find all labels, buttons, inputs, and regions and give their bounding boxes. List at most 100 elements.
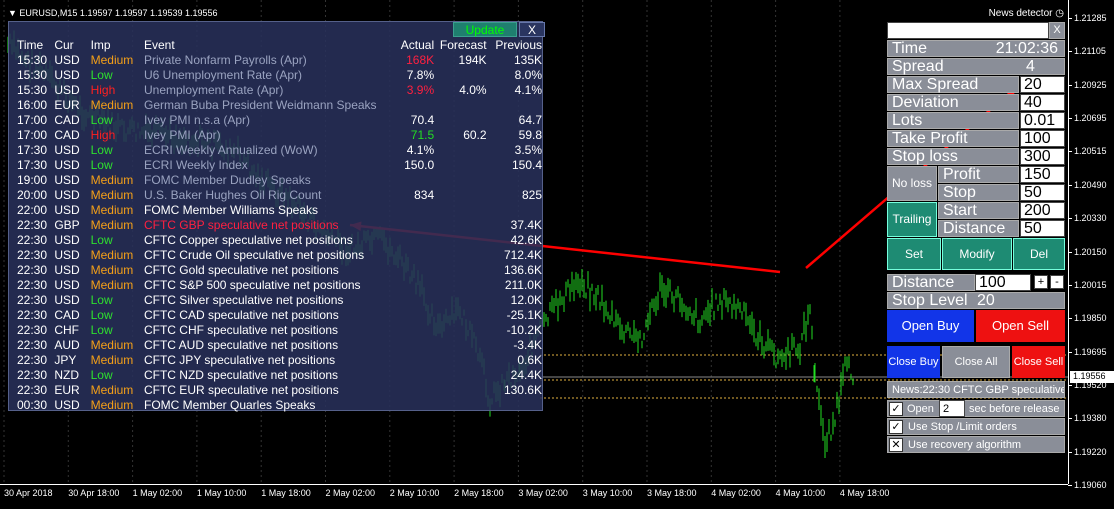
- price-tick-label: 1.19060: [1068, 480, 1107, 490]
- news-row[interactable]: 22:30 CAD Low CFTC CAD speculative net posi…: [9, 307, 542, 322]
- news-row[interactable]: 17:30 USD Low ECRI Weekly Annualized (WoW) 4…: [9, 142, 542, 157]
- news-actual: [382, 217, 434, 232]
- news-row[interactable]: 20:00 USD Medium U.S. Baker Hughes Oil Rig …: [9, 187, 542, 202]
- news-actual: [382, 202, 434, 217]
- news-event: CFTC EUR speculative net positions: [143, 382, 339, 397]
- open-buy-button[interactable]: Open Buy: [887, 310, 974, 342]
- nl-profit-input[interactable]: 150: [1020, 166, 1065, 183]
- news-currency: CAD: [54, 112, 80, 127]
- open-seconds-input[interactable]: 2: [939, 400, 965, 417]
- news-previous: -25.1K: [506, 307, 542, 322]
- panel-header-field: [887, 22, 1049, 39]
- nl-stop-label: Stop: [938, 184, 1019, 201]
- news-forecast: 60.2: [463, 127, 487, 142]
- max-spread-label: Max Spread: [887, 76, 1019, 93]
- use-recovery-checkbox[interactable]: ✕: [889, 438, 903, 452]
- update-button[interactable]: Update: [453, 22, 517, 37]
- lots-input[interactable]: 0.01: [1020, 112, 1065, 129]
- news-detector-panel: News detector ◷ X Time 21:02:36 Spread 4…: [885, 0, 1068, 455]
- news-row[interactable]: 15:30 USD Medium Private Nonfarm Payrolls (…: [9, 52, 542, 67]
- news-row[interactable]: 22:00 USD Medium FOMC Member Williams Speak…: [9, 202, 542, 217]
- panel-settings-icon[interactable]: ◷: [1055, 8, 1064, 19]
- time-value: 21:02:36: [995, 40, 1058, 57]
- news-row[interactable]: 17:00 CAD Low Ivey PMI n.s.a (Apr) 70.4 64.7: [9, 112, 542, 127]
- news-row[interactable]: 22:30 AUD Medium CFTC AUD speculative net p…: [9, 337, 542, 352]
- close-buy-button[interactable]: Close Buy: [887, 346, 940, 378]
- news-event: CFTC Silver speculative net positions: [143, 292, 344, 307]
- news-row[interactable]: 22:30 GBP Medium CFTC GBP speculative net p…: [9, 217, 542, 232]
- news-row[interactable]: 22:30 EUR Medium CFTC EUR speculative net p…: [9, 382, 542, 397]
- news-forecast: 194K: [458, 52, 487, 67]
- close-sell-button[interactable]: Close Sell: [1012, 346, 1065, 378]
- news-importance: Medium: [90, 202, 134, 217]
- news-currency: USD: [54, 187, 80, 202]
- tr-start-input[interactable]: 200: [1020, 202, 1065, 219]
- news-actual: 71.5: [410, 127, 435, 142]
- use-recovery-label: Use recovery algorithm: [908, 439, 1022, 451]
- news-close-button[interactable]: X: [519, 22, 545, 37]
- current-price-label: 1.19556: [1070, 371, 1114, 383]
- del-button[interactable]: Del: [1013, 238, 1065, 270]
- use-stop-limit-checkbox[interactable]: ✓: [889, 420, 903, 434]
- news-row[interactable]: 22:30 USD Low CFTC Silver speculative net p…: [9, 292, 542, 307]
- open-checkbox[interactable]: ✓: [889, 402, 903, 416]
- news-importance: Medium: [90, 397, 134, 412]
- news-currency: USD: [54, 67, 80, 82]
- news-actual: [382, 382, 434, 397]
- close-all-button[interactable]: Close All: [942, 346, 1010, 378]
- news-importance: Medium: [90, 277, 134, 292]
- price-tick-label: 1.21105: [1068, 46, 1106, 57]
- news-forecast: [434, 367, 486, 382]
- trailing-button[interactable]: Trailing: [887, 202, 937, 237]
- price-tick-label: 1.20490: [1068, 179, 1107, 190]
- price-tick-label: 1.20695: [1068, 113, 1107, 124]
- news-row[interactable]: 22:30 JPY Medium CFTC JPY speculative net p…: [9, 352, 542, 367]
- modify-button[interactable]: Modify: [942, 238, 1012, 270]
- news-row[interactable]: 19:00 USD Medium FOMC Member Dudley Speaks: [9, 172, 542, 187]
- news-row[interactable]: 17:00 CAD High Ivey PMI (Apr) 71.5 60.2 59.8: [9, 127, 542, 142]
- deviation-input[interactable]: 40: [1020, 94, 1065, 111]
- news-time: 22:30: [17, 262, 48, 277]
- news-row[interactable]: 00:30 USD Medium FOMC Member Quarles Speaks: [9, 397, 542, 412]
- distance-input[interactable]: 100: [975, 274, 1031, 291]
- news-row[interactable]: 22:30 USD Medium CFTC S&P 500 speculative n…: [9, 277, 542, 292]
- distance-minus-button[interactable]: -: [1050, 275, 1064, 289]
- deviation-label: Deviation: [887, 94, 1019, 111]
- no-loss-button[interactable]: No loss: [887, 166, 937, 201]
- news-forecast: [434, 172, 486, 187]
- news-row[interactable]: 15:30 USD High Unemployment Rate (Apr) 3.9% 4…: [9, 82, 542, 97]
- news-row[interactable]: 22:30 USD Medium CFTC Gold speculative net …: [9, 262, 542, 277]
- price-tick-label: 1.19850: [1068, 313, 1107, 324]
- news-row[interactable]: 15:30 USD Low U6 Unemployment Rate (Apr) 7.8…: [9, 67, 542, 82]
- time-tick-label: 1 May 10:00: [196, 488, 247, 498]
- stop-loss-input[interactable]: 300: [1020, 148, 1065, 165]
- news-importance: Low: [90, 67, 113, 82]
- news-currency: USD: [54, 202, 80, 217]
- news-row[interactable]: 22:30 USD Low CFTC Copper speculative net p…: [9, 232, 542, 247]
- news-currency: USD: [54, 292, 80, 307]
- distance-plus-button[interactable]: +: [1034, 275, 1048, 289]
- news-forecast: [434, 202, 486, 217]
- panel-close-button[interactable]: X: [1049, 22, 1065, 39]
- news-event: FOMC Member Williams Speaks: [143, 202, 319, 217]
- news-row[interactable]: 17:30 USD Low ECRI Weekly Index 150.0 150.4: [9, 157, 542, 172]
- take-profit-input[interactable]: 100: [1020, 130, 1065, 147]
- tr-distance-input[interactable]: 50: [1020, 220, 1065, 237]
- news-row[interactable]: 16:00 EUR Medium German Buba President Weid…: [9, 97, 542, 112]
- nl-stop-input[interactable]: 50: [1020, 184, 1065, 201]
- set-button[interactable]: Set: [887, 238, 941, 270]
- news-row[interactable]: 22:30 USD Medium CFTC Crude Oil speculative…: [9, 247, 542, 262]
- news-currency: USD: [54, 52, 80, 67]
- news-previous: [487, 172, 542, 187]
- price-tick-label: 1.21285: [1068, 13, 1107, 23]
- nl-profit-label: Profit: [938, 166, 1019, 183]
- news-actual: 168K: [406, 52, 435, 67]
- news-currency: CAD: [54, 307, 80, 322]
- open-sell-button[interactable]: Open Sell: [976, 310, 1065, 342]
- news-row[interactable]: 22:30 CHF Low CFTC CHF speculative net posi…: [9, 322, 542, 337]
- news-importance: Low: [90, 367, 113, 382]
- max-spread-input[interactable]: 20: [1020, 76, 1065, 93]
- news-time: 22:30: [17, 217, 48, 232]
- news-previous: 59.8: [518, 127, 542, 142]
- news-row[interactable]: 22:30 NZD Low CFTC NZD speculative net posi…: [9, 367, 542, 382]
